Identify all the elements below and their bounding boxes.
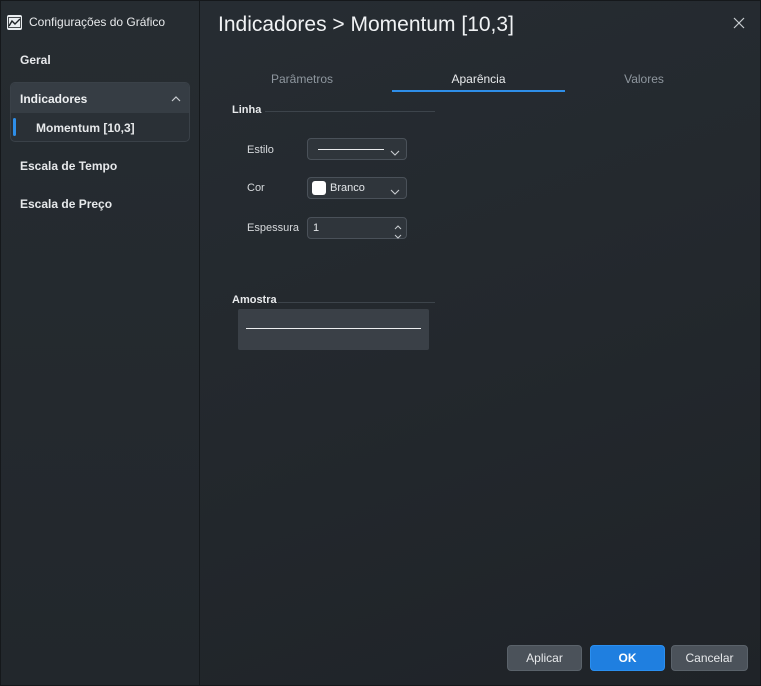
espessura-label: Espessura: [247, 222, 299, 234]
section-divider: [278, 302, 435, 303]
apply-button[interactable]: Aplicar: [507, 645, 582, 671]
estilo-label: Estilo: [247, 144, 274, 156]
spinner-up-icon[interactable]: [393, 219, 403, 230]
sidebar-item-geral[interactable]: Geral: [20, 53, 51, 67]
selection-indicator: [13, 118, 16, 136]
active-tab-indicator: [392, 90, 565, 92]
chevron-down-icon: [390, 184, 400, 195]
sidebar-item-escala-preco[interactable]: Escala de Preço: [20, 197, 112, 211]
chevron-down-icon: [390, 145, 400, 156]
close-icon[interactable]: [730, 14, 748, 32]
sidebar: Configurações do Gráfico Geral Indicador…: [1, 1, 200, 685]
chevron-up-icon[interactable]: [170, 92, 182, 104]
color-swatch: [312, 181, 326, 195]
color-value: Branco: [330, 182, 365, 194]
line-sample-preview: [238, 309, 429, 350]
sidebar-item-label: Indicadores: [20, 92, 88, 106]
sidebar-item-momentum[interactable]: Momentum [10,3]: [11, 115, 189, 139]
app-title-text: Configurações do Gráfico: [29, 15, 166, 29]
page-title: Indicadores > Momentum [10,3]: [218, 13, 514, 36]
line-style-preview: [318, 149, 384, 150]
section-divider: [265, 111, 435, 112]
color-select[interactable]: Branco: [307, 177, 407, 199]
cor-label: Cor: [247, 182, 265, 194]
tab-valores[interactable]: Valores: [565, 69, 723, 93]
sidebar-item-escala-tempo[interactable]: Escala de Tempo: [20, 159, 117, 173]
ok-button[interactable]: OK: [590, 645, 665, 671]
sidebar-group-indicadores: Indicadores Momentum [10,3]: [10, 82, 190, 142]
app-title: Configurações do Gráfico: [7, 12, 165, 32]
tab-parametros[interactable]: Parâmetros: [218, 69, 386, 93]
section-title-amostra: Amostra: [232, 294, 277, 306]
spinner-down-icon[interactable]: [393, 228, 403, 239]
thickness-stepper[interactable]: 1: [307, 217, 407, 239]
line-style-select[interactable]: [307, 138, 407, 160]
sidebar-item-indicadores[interactable]: Indicadores: [11, 83, 189, 113]
thickness-value: 1: [313, 222, 320, 234]
sample-line: [246, 328, 421, 329]
cancel-button[interactable]: Cancelar: [671, 645, 748, 671]
settings-dialog: Configurações do Gráfico Geral Indicador…: [0, 0, 761, 686]
chart-icon: [7, 14, 22, 30]
section-title-linha: Linha: [232, 104, 262, 116]
sidebar-item-label: Momentum [10,3]: [36, 121, 135, 135]
